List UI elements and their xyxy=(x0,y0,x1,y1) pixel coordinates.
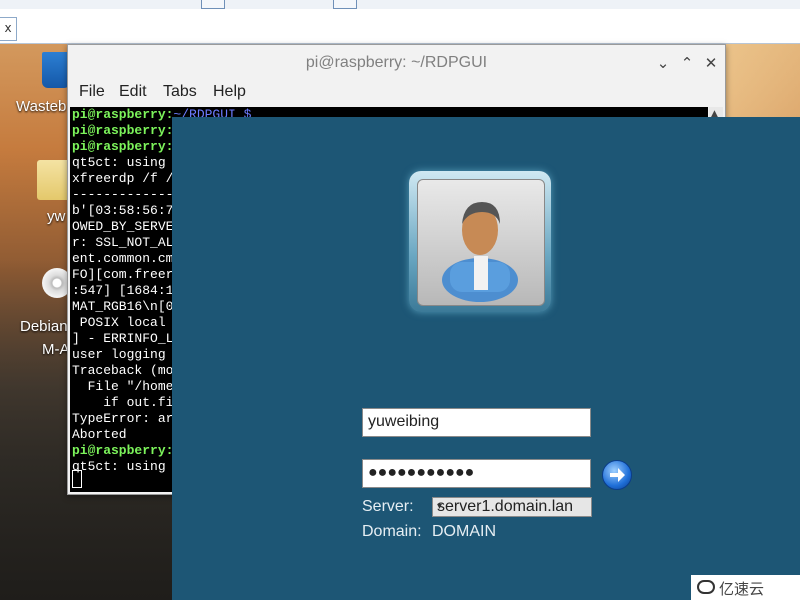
prompt-text: pi@raspberry: xyxy=(72,123,174,138)
terminal-line: ------------- xyxy=(72,187,173,202)
panel-button[interactable] xyxy=(201,0,225,9)
avatar xyxy=(417,179,545,306)
username-value: yuweibing xyxy=(368,413,440,430)
watermark-logo-icon xyxy=(697,580,715,594)
prompt-text: pi@raspberry: xyxy=(72,107,174,122)
terminal-line: pi@raspberry: xyxy=(72,443,173,458)
terminal-line: user logging xyxy=(72,347,166,362)
terminal-line: :547] [1684:1 xyxy=(72,283,173,298)
terminal-line: Aborted xyxy=(72,427,127,442)
output-text: File "/home xyxy=(72,379,174,394)
output-text: if out.fi xyxy=(72,395,174,410)
trash-icon[interactable] xyxy=(42,52,70,88)
terminal-line: qt5ct: using xyxy=(72,155,166,170)
file-manager-strip: x xyxy=(0,9,800,44)
output-text: ent.common.cm xyxy=(72,251,174,266)
menu-tabs[interactable]: Tabs xyxy=(163,83,197,101)
watermark: 亿速云 xyxy=(691,575,800,600)
terminal-line: MAT_RGB16\n[0 xyxy=(72,299,173,314)
user-avatar-icon xyxy=(442,202,518,302)
desktop-icon-label-2[interactable]: M-A xyxy=(42,341,70,358)
terminal-line: ent.common.cm xyxy=(72,251,173,266)
output-text: qt5ct: using xyxy=(72,459,166,474)
rdp-login-panel: yuweibing ●●●●●●●●●●● Server: server1.do… xyxy=(172,117,800,600)
output-text: xfreerdp /f / xyxy=(72,171,174,186)
output-text: OWED_BY_SERVE xyxy=(72,219,174,234)
output-text: qt5ct: using xyxy=(72,155,166,170)
dropdown-arrow-icon: ▾ xyxy=(437,501,443,512)
output-text: FO][com.freer xyxy=(72,267,174,282)
tab-close-icon[interactable]: x xyxy=(0,17,17,41)
window-title: pi@raspberry: ~/RDPGUI xyxy=(305,54,488,71)
desktop-icon-label[interactable]: yw xyxy=(47,208,65,225)
terminal-line: OWED_BY_SERVE xyxy=(72,219,173,234)
password-mask: ●●●●●●●●●●● xyxy=(368,464,475,481)
username-field[interactable]: yuweibing xyxy=(362,408,591,437)
maximize-icon[interactable]: ⌃ xyxy=(678,54,696,72)
output-text: :547] [1684:1 xyxy=(72,283,174,298)
desktop-icon-label[interactable]: Wasteb xyxy=(16,98,66,115)
domain-label: Domain: xyxy=(362,523,422,540)
server-label: Server: xyxy=(362,498,414,515)
output-text: ] - ERRINFO_L xyxy=(72,331,174,346)
password-field[interactable]: ●●●●●●●●●●● xyxy=(362,459,591,488)
arrow-right-icon xyxy=(610,468,625,482)
output-text: b'[03:58:56:7 xyxy=(72,203,174,218)
output-text: POSIX local xyxy=(72,315,166,330)
terminal-line: TypeError: ar xyxy=(72,411,173,426)
terminal-line: b'[03:58:56:7 xyxy=(72,203,173,218)
server-select[interactable]: server1.domain.lan ▾ xyxy=(432,497,592,517)
terminal-line: if out.fi xyxy=(72,395,173,410)
login-arrow-button[interactable] xyxy=(602,460,632,490)
terminal-line: ] - ERRINFO_L xyxy=(72,331,173,346)
terminal-line: qt5ct: using xyxy=(72,459,166,474)
output-text: r: SSL_NOT_AL xyxy=(72,235,174,250)
menu-chevron-icon[interactable]: ⌄ xyxy=(654,54,672,72)
terminal-titlebar[interactable]: pi@raspberry: ~/RDPGUI ⌄ ⌃ ✕ xyxy=(68,45,725,81)
output-text: user logging xyxy=(72,347,166,362)
panel-button[interactable] xyxy=(333,0,357,9)
desktop-icon-label[interactable]: Debian xyxy=(20,318,68,335)
output-text: ------------- xyxy=(72,187,174,202)
avatar-frame xyxy=(409,171,551,312)
watermark-text: 亿速云 xyxy=(719,580,765,598)
output-text: Aborted xyxy=(72,427,127,442)
folder-icon[interactable] xyxy=(37,160,71,200)
terminal-line: pi@raspberry: xyxy=(72,123,173,138)
terminal-line: FO][com.freer xyxy=(72,267,173,282)
output-text: Traceback (mo xyxy=(72,363,174,378)
terminal-line: File "/home xyxy=(72,379,174,394)
terminal-line: pi@raspberry: xyxy=(72,139,173,154)
terminal-line: xfreerdp /f / xyxy=(72,171,173,186)
domain-value: DOMAIN xyxy=(432,523,496,540)
menu-edit[interactable]: Edit xyxy=(119,83,147,101)
close-icon[interactable]: ✕ xyxy=(702,54,720,72)
output-text: MAT_RGB16\n[0 xyxy=(72,299,174,314)
menu-file[interactable]: File xyxy=(79,83,105,101)
output-text: TypeError: ar xyxy=(72,411,174,426)
terminal-line: POSIX local xyxy=(72,315,166,330)
menu-help[interactable]: Help xyxy=(213,83,246,101)
terminal-line: Traceback (mo xyxy=(72,363,173,378)
menu-bar: File Edit Tabs Help xyxy=(68,81,725,107)
prompt-text: pi@raspberry: xyxy=(72,139,174,154)
prompt-text: pi@raspberry: xyxy=(72,443,174,458)
terminal-line: r: SSL_NOT_AL xyxy=(72,235,173,250)
